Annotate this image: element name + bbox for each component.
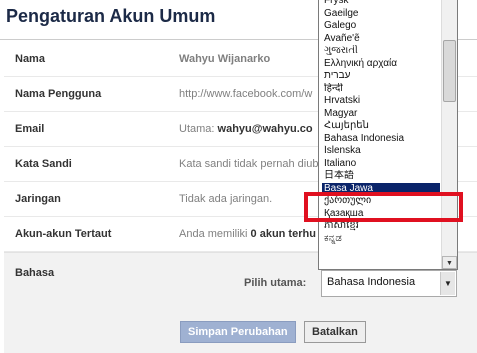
language-option[interactable]: Galego: [322, 20, 440, 33]
email-address: wahyu@wahyu.co: [217, 123, 313, 135]
page-title: Pengaturan Akun Umum: [6, 6, 216, 26]
language-option[interactable]: Magyar: [322, 108, 440, 121]
row-value: Tidak ada jaringan.: [179, 193, 273, 205]
language-option[interactable]: हिन्दी: [322, 83, 440, 96]
language-option[interactable]: ಕನ್ನಡ: [322, 233, 440, 246]
linked-count: 0 akun terhu: [250, 228, 316, 240]
language-dropdown-list[interactable]: Frysk Gaeilge Galego Avañe'ẽ ગુજરાતી Ελληνική…: [318, 0, 458, 270]
language-option[interactable]: Gaeilge: [322, 8, 440, 21]
row-value: Utama: wahyu@wahyu.co: [179, 123, 313, 135]
row-label: Akun-akun Tertaut: [15, 228, 112, 240]
language-option[interactable]: ગુજરાતી: [322, 45, 440, 58]
row-value: Anda memiliki 0 akun terhu: [179, 228, 316, 240]
language-option[interactable]: Հայերեն: [322, 120, 440, 133]
language-option[interactable]: עברית: [322, 70, 440, 83]
language-option[interactable]: Bahasa Indonesia: [322, 133, 440, 146]
row-label: Email: [15, 123, 45, 135]
row-value: Wahyu Wijanarko: [179, 53, 270, 65]
user-full-name: Wahyu Wijanarko: [179, 53, 271, 65]
select-value: Bahasa Indonesia: [327, 276, 416, 288]
highlight-annotation: [304, 192, 463, 222]
email-prefix: Utama:: [179, 123, 215, 135]
row-label: Nama: [15, 53, 45, 65]
row-value: Kata sandi tidak pernah diuba: [179, 158, 325, 170]
cancel-button[interactable]: Batalkan: [304, 321, 366, 343]
language-option[interactable]: Avañe'ẽ: [322, 33, 440, 46]
language-label: Bahasa: [15, 267, 55, 279]
save-changes-button[interactable]: Simpan Perubahan: [180, 321, 296, 343]
language-option[interactable]: 日本語: [322, 170, 440, 183]
row-label: Kata Sandi: [15, 158, 72, 170]
primary-language-select[interactable]: Bahasa Indonesia ▼: [321, 270, 457, 297]
primary-language-label: Pilih utama:: [244, 277, 307, 289]
language-option[interactable]: Italiano: [322, 158, 440, 171]
language-option[interactable]: Ελληνική αρχαία: [322, 58, 440, 71]
scroll-down-arrow-icon[interactable]: ▼: [442, 256, 457, 269]
chevron-down-icon[interactable]: ▼: [440, 272, 455, 295]
scrollbar-thumb[interactable]: [443, 40, 456, 102]
linked-prefix: Anda memiliki: [179, 228, 248, 240]
row-label: Jaringan: [15, 193, 61, 205]
dropdown-scrollbar[interactable]: ▼: [441, 0, 457, 269]
row-value: http://www.facebook.com/w: [179, 88, 313, 100]
language-option[interactable]: Íslenska: [322, 145, 440, 158]
row-label: Nama Pengguna: [15, 88, 102, 100]
language-option[interactable]: Hrvatski: [322, 95, 440, 108]
language-option[interactable]: Frysk: [322, 0, 440, 8]
